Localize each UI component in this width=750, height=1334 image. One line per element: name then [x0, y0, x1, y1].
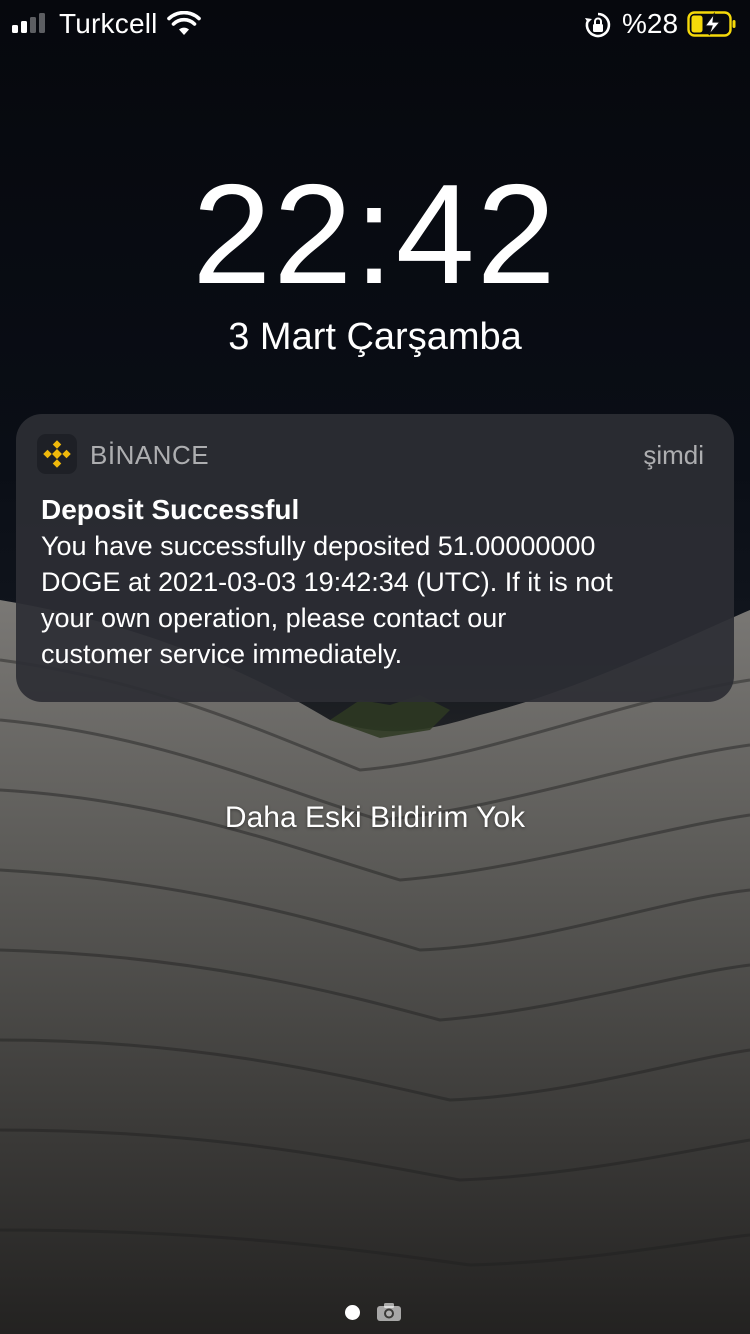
battery-percentage: %28	[622, 8, 679, 39]
status-bar: Turkcell %28	[0, 0, 750, 48]
binance-notification[interactable]: BİNANCE şimdi Deposit Successful You hav…	[16, 414, 734, 702]
binance-logo-icon	[37, 434, 77, 474]
camera-icon[interactable]	[376, 1302, 402, 1322]
rotation-lock-icon	[585, 12, 611, 38]
carrier-name: Turkcell	[59, 8, 158, 39]
signal-icon	[12, 13, 45, 33]
notification-body: You have successfully deposited 51.00000…	[41, 531, 613, 669]
lock-screen-time: 22:42	[192, 155, 558, 314]
no-older-notifications-label: Daha Eski Bildirim Yok	[224, 801, 526, 834]
lock-screen-date: 3 Mart Çarşamba	[228, 316, 522, 358]
page-dot-icon[interactable]	[345, 1304, 360, 1320]
notification-app-name: BİNANCE	[90, 440, 210, 470]
notification-time: şimdi	[643, 440, 704, 470]
lock-screen-pager	[345, 1302, 402, 1322]
wifi-icon	[167, 11, 201, 35]
notification-title: Deposit Successful	[41, 494, 300, 525]
battery-charging-icon	[687, 11, 736, 37]
